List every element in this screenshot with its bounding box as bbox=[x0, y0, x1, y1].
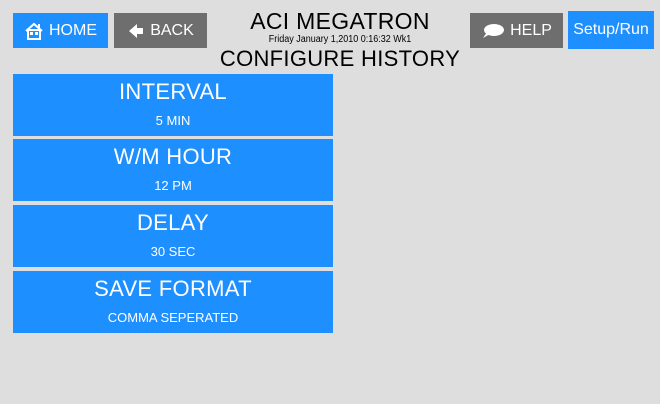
interval-setting-button[interactable]: INTERVAL 5 MIN bbox=[13, 74, 333, 136]
setting-label: SAVE FORMAT bbox=[94, 276, 252, 301]
save-format-setting-button[interactable]: SAVE FORMAT COMMA SEPERATED bbox=[13, 271, 333, 333]
datetime-display: Friday January 1,2010 0:16:32 Wk1 bbox=[268, 34, 412, 45]
delay-setting-button[interactable]: DELAY 30 SEC bbox=[13, 205, 333, 267]
back-label: BACK bbox=[150, 21, 194, 39]
setup-run-button[interactable]: Setup/Run bbox=[568, 11, 654, 49]
setting-label: INTERVAL bbox=[119, 79, 227, 104]
house-icon bbox=[24, 22, 44, 40]
setting-label: W/M HOUR bbox=[113, 144, 233, 169]
setting-label: DELAY bbox=[136, 210, 209, 235]
back-button[interactable]: BACK bbox=[114, 13, 207, 48]
setting-value: COMMA SEPERATED bbox=[107, 310, 239, 325]
setting-value: 12 PM bbox=[154, 178, 192, 193]
page-title: CONFIGURE HISTORY bbox=[219, 46, 461, 71]
help-button[interactable]: HELP bbox=[470, 13, 563, 48]
back-arrow-icon bbox=[127, 22, 145, 40]
home-label: HOME bbox=[49, 21, 97, 39]
wm-hour-setting-button[interactable]: W/M HOUR 12 PM bbox=[13, 139, 333, 201]
home-button[interactable]: HOME bbox=[13, 13, 108, 48]
setting-value: 5 MIN bbox=[155, 113, 191, 128]
speech-bubble-icon bbox=[481, 23, 505, 39]
app-title: ACI MEGATRON bbox=[250, 8, 430, 34]
setting-value: 30 SEC bbox=[150, 244, 196, 259]
help-label: HELP bbox=[510, 21, 552, 39]
